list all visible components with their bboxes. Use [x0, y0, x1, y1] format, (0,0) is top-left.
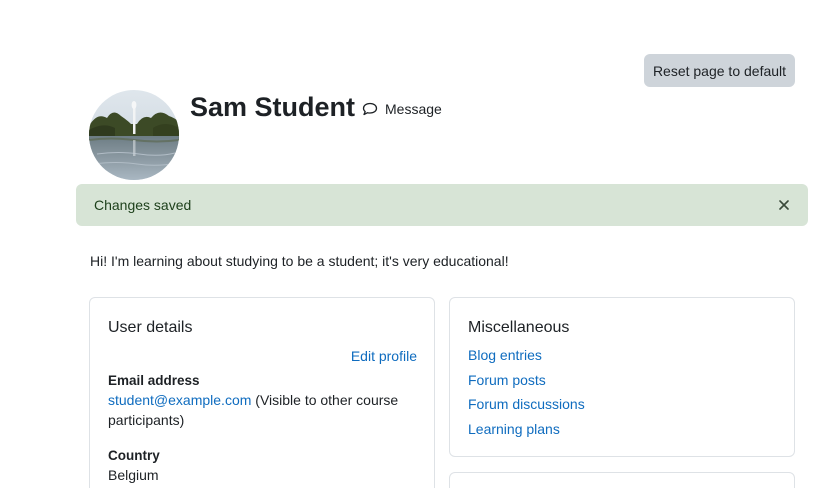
avatar: [89, 90, 179, 180]
list-item: Learning plans: [468, 420, 585, 445]
close-icon: [779, 200, 789, 210]
message-link[interactable]: Message: [362, 99, 442, 119]
next-card: [449, 472, 795, 488]
avatar-image: [89, 90, 179, 180]
speech-bubble-icon: [362, 102, 378, 116]
alert-text: Changes saved: [94, 197, 192, 213]
blog-entries-link[interactable]: Blog entries: [468, 347, 542, 363]
list-item: Blog entries: [468, 346, 585, 371]
message-label: Message: [385, 101, 442, 117]
list-item: Forum discussions: [468, 395, 585, 420]
user-details-title: User details: [108, 319, 193, 336]
email-label: Email address: [108, 373, 200, 388]
country-label: Country: [108, 448, 160, 463]
reset-page-button[interactable]: Reset page to default: [644, 54, 795, 87]
miscellaneous-card: Miscellaneous Blog entries Forum posts F…: [449, 297, 795, 457]
email-link[interactable]: student@example.com: [108, 392, 251, 408]
success-alert: Changes saved: [76, 184, 808, 226]
email-value: student@example.com (Visible to other co…: [108, 390, 408, 430]
list-item: Forum posts: [468, 371, 585, 396]
country-value: Belgium: [108, 467, 159, 483]
miscellaneous-links: Blog entries Forum posts Forum discussio…: [468, 346, 585, 445]
user-details-card: User details Edit profile Email address …: [89, 297, 435, 488]
profile-page: Reset page to default Sam Student Messag…: [0, 0, 840, 488]
page-title: Sam Student: [190, 92, 356, 122]
learning-plans-link[interactable]: Learning plans: [468, 421, 560, 437]
forum-posts-link[interactable]: Forum posts: [468, 372, 546, 388]
close-button[interactable]: [774, 195, 794, 215]
miscellaneous-title: Miscellaneous: [468, 319, 570, 336]
profile-description: Hi! I'm learning about studying to be a …: [90, 253, 509, 269]
forum-discussions-link[interactable]: Forum discussions: [468, 396, 585, 412]
edit-profile-link[interactable]: Edit profile: [351, 347, 417, 365]
